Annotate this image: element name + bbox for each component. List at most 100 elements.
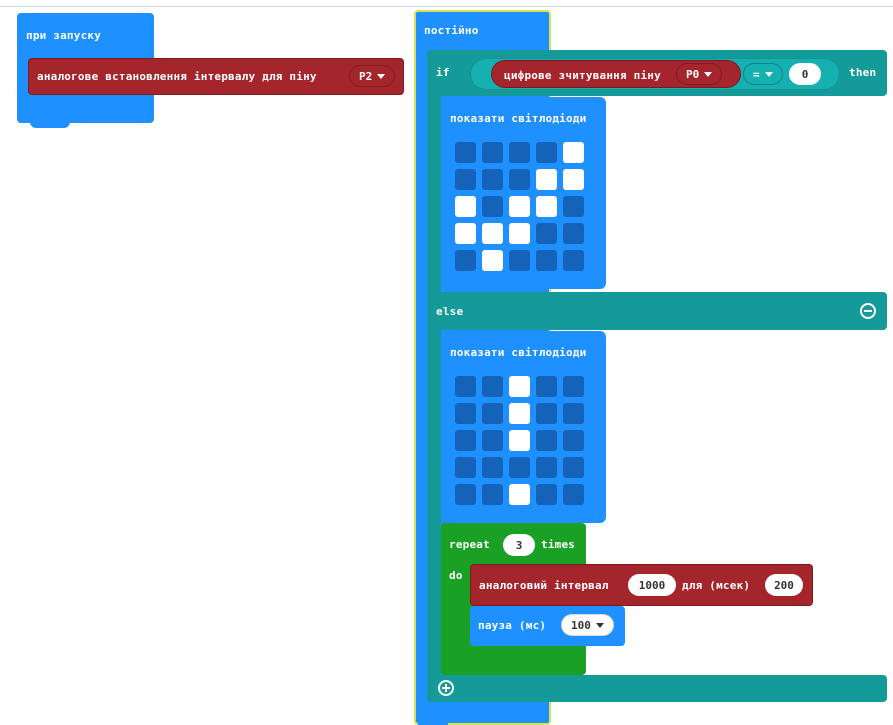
caret-down-icon <box>595 622 604 628</box>
led-cell[interactable] <box>509 484 530 505</box>
pin-dropdown-value: P0 <box>686 67 700 81</box>
led-cell[interactable] <box>482 223 503 244</box>
duration-value: 200 <box>774 578 794 592</box>
led-cell[interactable] <box>536 169 557 190</box>
analog-value-input[interactable]: 1000 <box>628 574 676 596</box>
led-cell[interactable] <box>455 430 476 451</box>
led-grid-else[interactable] <box>455 376 590 511</box>
led-cell[interactable] <box>455 142 476 163</box>
led-cell[interactable] <box>482 484 503 505</box>
led-cell[interactable] <box>563 223 584 244</box>
if-footer[interactable] <box>427 675 887 702</box>
else-header[interactable]: else <box>427 292 887 330</box>
show-leds-label: показати світлодіоди <box>450 346 587 359</box>
led-cell[interactable] <box>536 403 557 424</box>
led-cell[interactable] <box>482 457 503 478</box>
led-cell[interactable] <box>563 250 584 271</box>
analog-pitch-block[interactable]: аналоговий інтервал 1000 для (мсек) 200 <box>470 564 813 606</box>
digital-read-block[interactable]: цифрове зчитування піну P0 <box>491 60 741 88</box>
then-label: then <box>849 66 877 79</box>
pause-value: 100 <box>571 618 591 632</box>
times-label: times <box>541 538 576 551</box>
led-cell[interactable] <box>455 196 476 217</box>
pause-block[interactable]: пауза (мс) 100 <box>470 606 625 646</box>
led-cell[interactable] <box>536 223 557 244</box>
led-cell[interactable] <box>536 430 557 451</box>
compare-value-input[interactable]: 0 <box>789 63 821 85</box>
led-cell[interactable] <box>482 169 503 190</box>
on-start-notch <box>30 118 70 128</box>
led-cell[interactable] <box>509 430 530 451</box>
led-cell[interactable] <box>482 142 503 163</box>
analog-set-period-label: аналогове встановлення інтервалу для пін… <box>37 70 317 83</box>
show-leds-block-else[interactable]: показати світлодіоди <box>441 331 606 523</box>
led-cell[interactable] <box>482 250 503 271</box>
compare-block[interactable]: цифрове зчитування піну P0 = 0 <box>470 58 840 90</box>
show-leds-block-if[interactable]: показати світлодіоди <box>441 97 606 289</box>
led-cell[interactable] <box>563 169 584 190</box>
pin-dropdown-p2[interactable]: P2 <box>349 65 396 87</box>
led-cell[interactable] <box>536 250 557 271</box>
led-cell[interactable] <box>455 403 476 424</box>
forever-label: постійно <box>424 24 479 37</box>
top-divider <box>0 6 893 7</box>
operator-dropdown[interactable]: = <box>743 63 783 85</box>
minus-icon[interactable] <box>860 303 876 319</box>
led-cell[interactable] <box>536 376 557 397</box>
pin-dropdown-p0[interactable]: P0 <box>676 63 723 85</box>
caret-down-icon <box>704 71 713 77</box>
led-cell[interactable] <box>455 250 476 271</box>
plus-icon[interactable] <box>438 680 454 696</box>
led-cell[interactable] <box>563 196 584 217</box>
else-side-rail <box>427 330 441 675</box>
analog-interval-label: аналоговий інтервал <box>479 579 609 592</box>
led-cell[interactable] <box>509 403 530 424</box>
led-cell[interactable] <box>509 457 530 478</box>
led-cell[interactable] <box>455 457 476 478</box>
do-label: do <box>449 569 463 582</box>
led-cell[interactable] <box>509 169 530 190</box>
led-cell[interactable] <box>455 376 476 397</box>
led-cell[interactable] <box>563 376 584 397</box>
pause-label: пауза (мс) <box>478 619 547 632</box>
else-label: else <box>436 305 464 318</box>
duration-label: для (мсек) <box>682 579 751 592</box>
repeat-label: repeat <box>449 538 490 551</box>
led-cell[interactable] <box>536 142 557 163</box>
pin-dropdown-value: P2 <box>359 69 373 83</box>
pause-dropdown[interactable]: 100 <box>561 614 614 636</box>
led-cell[interactable] <box>509 376 530 397</box>
caret-down-icon <box>377 73 386 79</box>
led-cell[interactable] <box>455 223 476 244</box>
duration-value-input[interactable]: 200 <box>765 574 803 596</box>
led-cell[interactable] <box>536 457 557 478</box>
led-cell[interactable] <box>482 430 503 451</box>
led-cell[interactable] <box>509 223 530 244</box>
repeat-count-input[interactable]: 3 <box>503 534 535 556</box>
led-cell[interactable] <box>482 376 503 397</box>
led-cell[interactable] <box>563 403 584 424</box>
led-cell[interactable] <box>563 430 584 451</box>
analog-set-period-block[interactable]: аналогове встановлення інтервалу для пін… <box>28 58 404 95</box>
led-cell[interactable] <box>536 484 557 505</box>
repeat-count: 3 <box>515 538 523 552</box>
led-cell[interactable] <box>563 142 584 163</box>
led-cell[interactable] <box>536 196 557 217</box>
led-cell[interactable] <box>563 484 584 505</box>
led-cell[interactable] <box>509 250 530 271</box>
operator-value: = <box>753 67 760 81</box>
led-cell[interactable] <box>455 484 476 505</box>
led-cell[interactable] <box>455 169 476 190</box>
show-leds-label: показати світлодіоди <box>450 112 587 125</box>
led-cell[interactable] <box>509 196 530 217</box>
caret-down-icon <box>764 71 773 77</box>
if-side-rail <box>427 96 441 292</box>
led-cell[interactable] <box>563 457 584 478</box>
led-cell[interactable] <box>509 142 530 163</box>
compare-value: 0 <box>801 67 809 81</box>
led-cell[interactable] <box>482 196 503 217</box>
led-cell[interactable] <box>482 403 503 424</box>
led-grid-if[interactable] <box>455 142 590 277</box>
if-label: if <box>436 66 450 79</box>
on-start-label: при запуску <box>26 29 102 42</box>
